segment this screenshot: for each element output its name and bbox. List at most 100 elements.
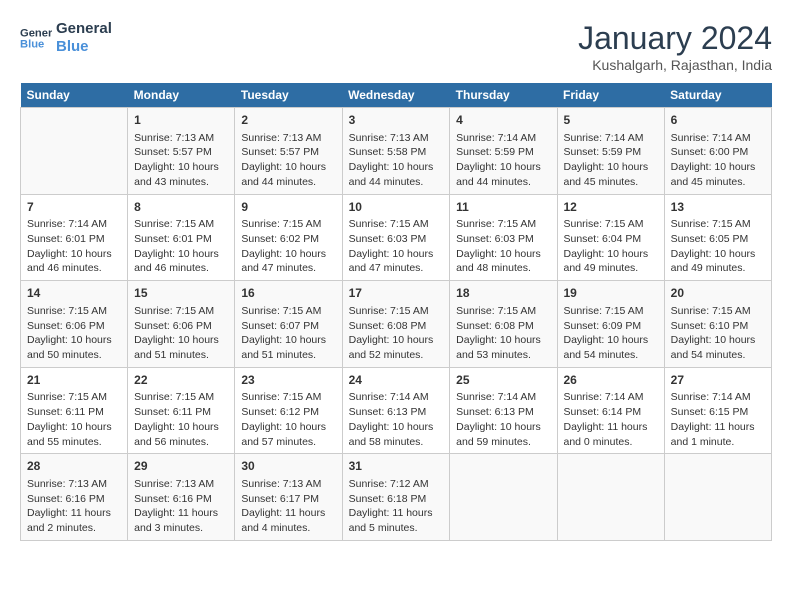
header-cell-thursday: Thursday (450, 83, 557, 108)
day-number: 1 (134, 112, 228, 129)
header-cell-tuesday: Tuesday (235, 83, 342, 108)
day-number: 2 (241, 112, 335, 129)
month-title: January 2024 (578, 20, 772, 57)
header-cell-friday: Friday (557, 83, 664, 108)
calendar-cell: 15 Sunrise: 7:15 AM Sunset: 6:06 PM Dayli… (128, 281, 235, 368)
calendar-cell: 12Sunrise: 7:15 AM Sunset: 6:04 PM Dayli… (557, 194, 664, 281)
day-content: Sunrise: 7:15 AM Sunset: 6:03 PM Dayligh… (456, 217, 550, 276)
day-number: 8 (134, 199, 228, 216)
day-number: 13 (671, 199, 765, 216)
header-row: SundayMondayTuesdayWednesdayThursdayFrid… (21, 83, 772, 108)
location-subtitle: Kushalgarh, Rajasthan, India (578, 57, 772, 73)
day-content: Sunrise: 7:15 AM Sunset: 6:06 PM Dayligh… (27, 304, 121, 363)
day-number: 16 (241, 285, 335, 302)
header-cell-wednesday: Wednesday (342, 83, 450, 108)
logo-line1: General (56, 20, 112, 38)
calendar-cell: 30 Sunrise: 7:13 AM Sunset: 6:17 PM Dayli… (235, 454, 342, 541)
calendar-cell: 22Sunrise: 7:15 AM Sunset: 6:11 PM Dayli… (128, 367, 235, 454)
calendar-cell: 6Sunrise: 7:14 AM Sunset: 6:00 PM Daylig… (664, 108, 771, 195)
day-number: 23 (241, 372, 335, 389)
day-number: 9 (241, 199, 335, 216)
week-row-4: 21Sunrise: 7:15 AM Sunset: 6:11 PM Dayli… (21, 367, 772, 454)
day-content: Sunrise: 7:14 AM Sunset: 6:13 PM Dayligh… (456, 390, 550, 449)
day-number: 24 (349, 372, 444, 389)
day-number: 30 (241, 458, 335, 475)
day-content: Sunrise: 7:14 AM Sunset: 5:59 PM Dayligh… (456, 131, 550, 190)
day-content: Sunrise: 7:15 AM Sunset: 6:02 PM Dayligh… (241, 217, 335, 276)
logo-icon: General Blue (20, 22, 52, 54)
calendar-cell: 9Sunrise: 7:15 AM Sunset: 6:02 PM Daylig… (235, 194, 342, 281)
calendar-cell: 16 Sunrise: 7:15 AM Sunset: 6:07 PM Dayli… (235, 281, 342, 368)
calendar-cell: 14 Sunrise: 7:15 AM Sunset: 6:06 PM Dayli… (21, 281, 128, 368)
day-number: 22 (134, 372, 228, 389)
day-number: 12 (564, 199, 658, 216)
day-number: 17 (349, 285, 444, 302)
day-number: 5 (564, 112, 658, 129)
day-content: Sunrise: 7:15 AM Sunset: 6:04 PM Dayligh… (564, 217, 658, 276)
week-row-3: 14 Sunrise: 7:15 AM Sunset: 6:06 PM Dayli… (21, 281, 772, 368)
day-content: Sunrise: 7:15 AM Sunset: 6:08 PM Dayligh… (456, 304, 550, 363)
calendar-cell: 27Sunrise: 7:14 AM Sunset: 6:15 PM Dayli… (664, 367, 771, 454)
day-number: 18 (456, 285, 550, 302)
day-content: Sunrise: 7:14 AM Sunset: 6:14 PM Dayligh… (564, 390, 658, 449)
calendar-cell: 5 Sunrise: 7:14 AM Sunset: 5:59 PM Daylig… (557, 108, 664, 195)
day-content: Sunrise: 7:14 AM Sunset: 6:13 PM Dayligh… (349, 390, 444, 449)
day-content: Sunrise: 7:15 AM Sunset: 6:12 PM Dayligh… (241, 390, 335, 449)
calendar-cell: 3Sunrise: 7:13 AM Sunset: 5:58 PM Daylig… (342, 108, 450, 195)
day-number: 14 (27, 285, 121, 302)
day-number: 21 (27, 372, 121, 389)
calendar-cell: 20Sunrise: 7:15 AM Sunset: 6:10 PM Dayli… (664, 281, 771, 368)
day-content: Sunrise: 7:13 AM Sunset: 5:57 PM Dayligh… (134, 131, 228, 190)
day-content: Sunrise: 7:13 AM Sunset: 5:57 PM Dayligh… (241, 131, 335, 190)
week-row-1: 1 Sunrise: 7:13 AM Sunset: 5:57 PM Daylig… (21, 108, 772, 195)
calendar-cell: 31 Sunrise: 7:12 AM Sunset: 6:18 PM Dayli… (342, 454, 450, 541)
day-content: Sunrise: 7:12 AM Sunset: 6:18 PM Dayligh… (349, 477, 444, 536)
day-number: 20 (671, 285, 765, 302)
day-number: 6 (671, 112, 765, 129)
calendar-cell: 26Sunrise: 7:14 AM Sunset: 6:14 PM Dayli… (557, 367, 664, 454)
day-content: Sunrise: 7:14 AM Sunset: 6:01 PM Dayligh… (27, 217, 121, 276)
day-content: Sunrise: 7:15 AM Sunset: 6:05 PM Dayligh… (671, 217, 765, 276)
week-row-2: 7Sunrise: 7:14 AM Sunset: 6:01 PM Daylig… (21, 194, 772, 281)
calendar-cell: 18 Sunrise: 7:15 AM Sunset: 6:08 PM Dayli… (450, 281, 557, 368)
calendar-cell: 4 Sunrise: 7:14 AM Sunset: 5:59 PM Daylig… (450, 108, 557, 195)
page-header: General Blue General Blue January 2024 K… (20, 20, 772, 73)
calendar-cell: 8Sunrise: 7:15 AM Sunset: 6:01 PM Daylig… (128, 194, 235, 281)
day-number: 4 (456, 112, 550, 129)
day-number: 10 (349, 199, 444, 216)
calendar-cell: 11Sunrise: 7:15 AM Sunset: 6:03 PM Dayli… (450, 194, 557, 281)
calendar-cell: 28Sunrise: 7:13 AM Sunset: 6:16 PM Dayli… (21, 454, 128, 541)
day-number: 11 (456, 199, 550, 216)
svg-text:Blue: Blue (20, 39, 44, 51)
day-content: Sunrise: 7:15 AM Sunset: 6:08 PM Dayligh… (349, 304, 444, 363)
day-number: 3 (349, 112, 444, 129)
calendar-cell (664, 454, 771, 541)
logo: General Blue General Blue (20, 20, 112, 56)
svg-text:General: General (20, 27, 52, 39)
day-content: Sunrise: 7:15 AM Sunset: 6:11 PM Dayligh… (27, 390, 121, 449)
day-content: Sunrise: 7:15 AM Sunset: 6:11 PM Dayligh… (134, 390, 228, 449)
calendar-cell: 1 Sunrise: 7:13 AM Sunset: 5:57 PM Daylig… (128, 108, 235, 195)
day-content: Sunrise: 7:15 AM Sunset: 6:07 PM Dayligh… (241, 304, 335, 363)
calendar-cell: 29Sunrise: 7:13 AM Sunset: 6:16 PM Dayli… (128, 454, 235, 541)
calendar-cell: 17 Sunrise: 7:15 AM Sunset: 6:08 PM Dayli… (342, 281, 450, 368)
header-cell-sunday: Sunday (21, 83, 128, 108)
day-number: 29 (134, 458, 228, 475)
day-content: Sunrise: 7:13 AM Sunset: 6:17 PM Dayligh… (241, 477, 335, 536)
calendar-cell: 13Sunrise: 7:15 AM Sunset: 6:05 PM Dayli… (664, 194, 771, 281)
calendar-cell: 2 Sunrise: 7:13 AM Sunset: 5:57 PM Daylig… (235, 108, 342, 195)
calendar-cell: 10Sunrise: 7:15 AM Sunset: 6:03 PM Dayli… (342, 194, 450, 281)
day-number: 15 (134, 285, 228, 302)
day-number: 28 (27, 458, 121, 475)
day-number: 7 (27, 199, 121, 216)
day-content: Sunrise: 7:15 AM Sunset: 6:06 PM Dayligh… (134, 304, 228, 363)
header-cell-monday: Monday (128, 83, 235, 108)
day-content: Sunrise: 7:15 AM Sunset: 6:09 PM Dayligh… (564, 304, 658, 363)
day-number: 19 (564, 285, 658, 302)
day-number: 31 (349, 458, 444, 475)
day-content: Sunrise: 7:14 AM Sunset: 5:59 PM Dayligh… (564, 131, 658, 190)
calendar-cell: 7Sunrise: 7:14 AM Sunset: 6:01 PM Daylig… (21, 194, 128, 281)
calendar-cell: 24Sunrise: 7:14 AM Sunset: 6:13 PM Dayli… (342, 367, 450, 454)
day-number: 26 (564, 372, 658, 389)
day-content: Sunrise: 7:15 AM Sunset: 6:01 PM Dayligh… (134, 217, 228, 276)
